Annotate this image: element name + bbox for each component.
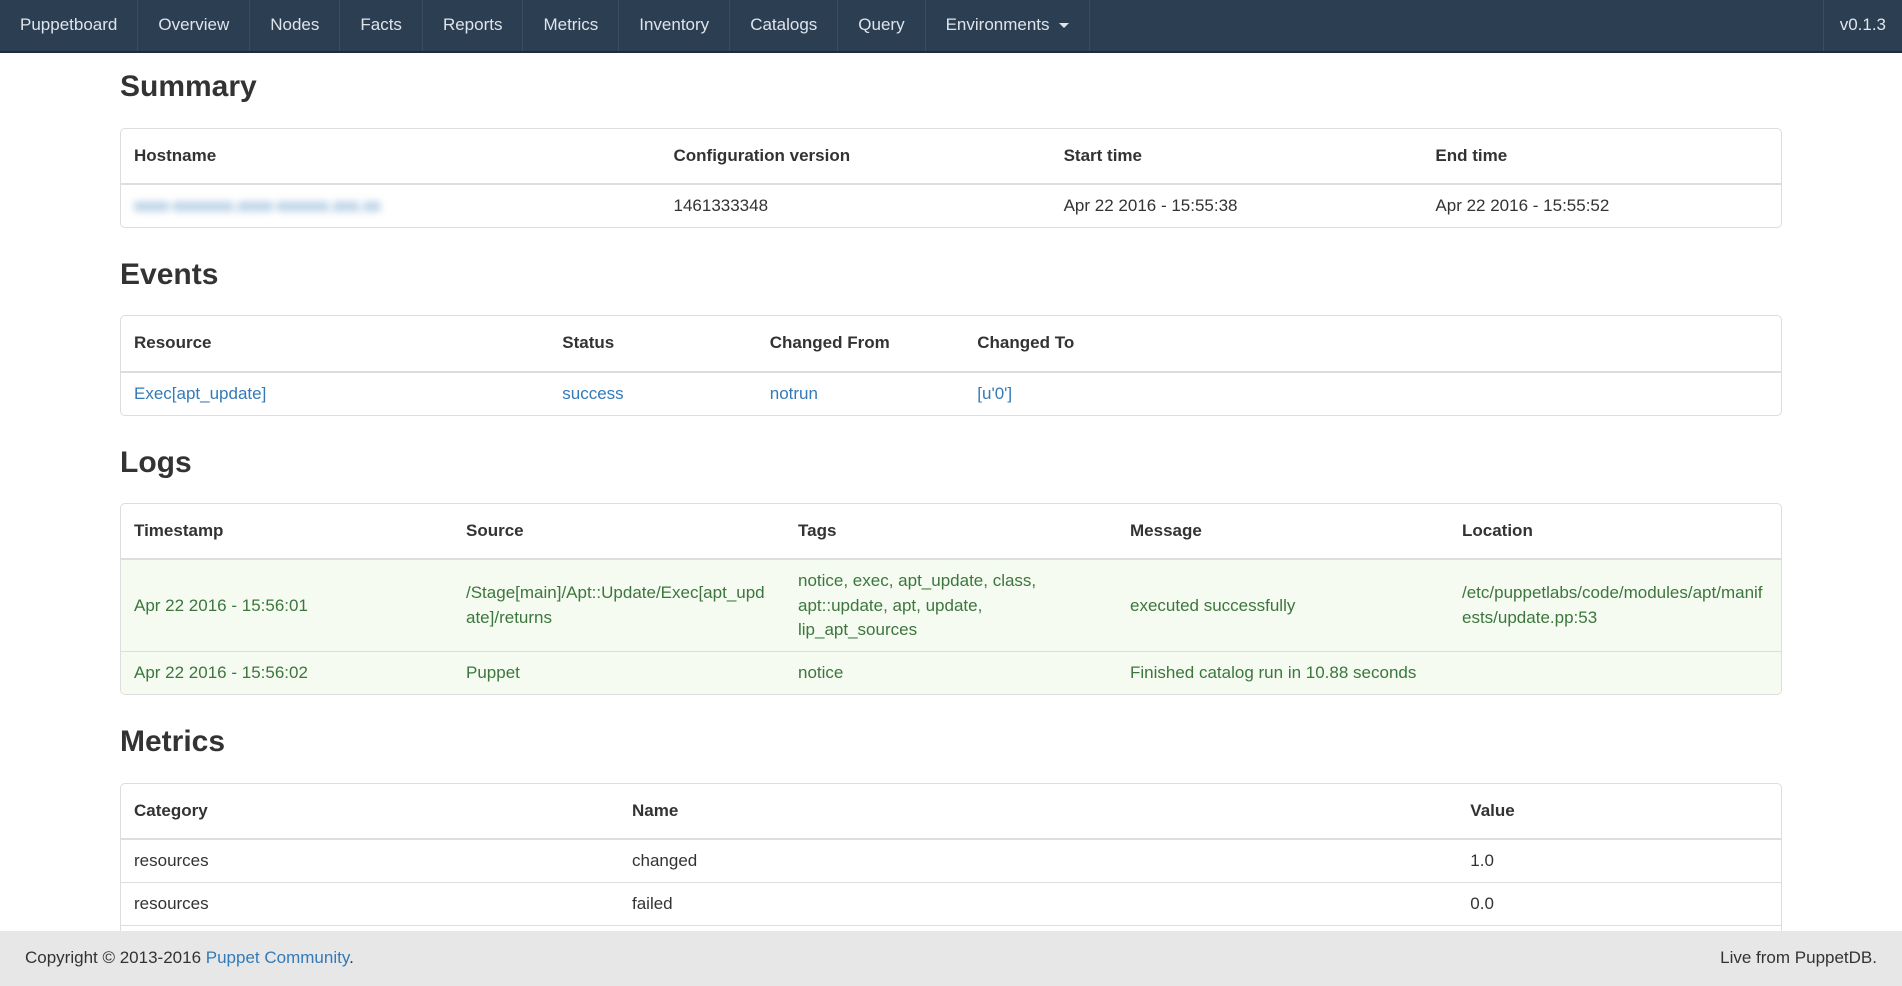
config-version-cell: 1461333348 xyxy=(661,184,1051,227)
col-header-changed-to: Changed To xyxy=(964,316,1781,371)
log-source-cell: /Stage[main]/Apt::Update/Exec[apt_update… xyxy=(453,559,785,651)
log-location-cell: /etc/puppetlabs/code/modules/apt/manifes… xyxy=(1449,559,1781,651)
nav-item-facts[interactable]: Facts xyxy=(340,0,423,51)
footer-copyright: Copyright © 2013-2016 Puppet Community. xyxy=(25,946,354,970)
log-message-cell: executed successfully xyxy=(1117,559,1449,651)
logs-header-row: Timestamp Source Tags Message Location xyxy=(121,504,1781,559)
col-header-hostname: Hostname xyxy=(121,129,661,184)
log-tags-cell: notice xyxy=(785,651,1117,694)
copyright-text: Copyright © 2013-2016 xyxy=(25,948,201,967)
logs-panel: Timestamp Source Tags Message Location A… xyxy=(120,503,1782,695)
col-header-timestamp: Timestamp xyxy=(121,504,453,559)
metric-category-cell: resources xyxy=(121,839,619,883)
col-header-name: Name xyxy=(619,784,1457,839)
main-content: Summary Hostname Configuration version S… xyxy=(120,0,1782,986)
copyright-period: . xyxy=(349,948,354,967)
events-heading: Events xyxy=(120,254,1782,297)
nav-item-metrics[interactable]: Metrics xyxy=(523,0,619,51)
table-row: Apr 22 2016 - 15:56:02 Puppet notice Fin… xyxy=(121,651,1781,694)
col-header-source: Source xyxy=(453,504,785,559)
start-time-cell: Apr 22 2016 - 15:55:38 xyxy=(1051,184,1423,227)
summary-header-row: Hostname Configuration version Start tim… xyxy=(121,129,1781,184)
metrics-header-row: Category Name Value xyxy=(121,784,1781,839)
logs-table: Timestamp Source Tags Message Location A… xyxy=(121,504,1781,694)
table-row: Exec[apt_update] success notrun [u'0'] xyxy=(121,372,1781,415)
footer-live-from-puppetdb: Live from PuppetDB. xyxy=(1720,946,1877,970)
nav-item-query[interactable]: Query xyxy=(838,0,925,51)
end-time-cell: Apr 22 2016 - 15:55:52 xyxy=(1422,184,1781,227)
changed-to-link[interactable]: [u'0'] xyxy=(977,384,1012,403)
nav-item-environments-label: Environments xyxy=(946,13,1050,37)
col-header-resource: Resource xyxy=(121,316,549,371)
nav-item-inventory[interactable]: Inventory xyxy=(619,0,730,51)
metrics-heading: Metrics xyxy=(120,721,1782,764)
nav-item-reports[interactable]: Reports xyxy=(423,0,524,51)
log-timestamp-cell: Apr 22 2016 - 15:56:01 xyxy=(121,559,453,651)
resource-link[interactable]: Exec[apt_update] xyxy=(134,384,266,403)
summary-table: Hostname Configuration version Start tim… xyxy=(121,129,1781,227)
table-row: resources changed 1.0 xyxy=(121,839,1781,883)
nav-item-catalogs[interactable]: Catalogs xyxy=(730,0,838,51)
hostname-cell: xxxx-xxxxxxx.xxxx-xxxxxx.xxx.xx xyxy=(121,184,661,227)
hostname-link-blurred[interactable]: xxxx-xxxxxxx.xxxx-xxxxxx.xxx.xx xyxy=(134,196,381,215)
table-row: xxxx-xxxxxxx.xxxx-xxxxxx.xxx.xx 14613333… xyxy=(121,184,1781,227)
navbar-version-badge: v0.1.3 xyxy=(1823,0,1902,51)
metric-name-cell: changed xyxy=(619,839,1457,883)
top-navbar: Puppetboard Overview Nodes Facts Reports… xyxy=(0,0,1902,53)
log-location-cell xyxy=(1449,651,1781,694)
resource-cell: Exec[apt_update] xyxy=(121,372,549,415)
summary-heading: Summary xyxy=(120,66,1782,109)
caret-down-icon xyxy=(1059,23,1069,28)
metric-value-cell: 0.0 xyxy=(1457,882,1781,925)
status-link[interactable]: success xyxy=(562,384,623,403)
col-header-value: Value xyxy=(1457,784,1781,839)
log-source-cell: Puppet xyxy=(453,651,785,694)
logs-heading: Logs xyxy=(120,442,1782,485)
nav-item-overview[interactable]: Overview xyxy=(138,0,250,51)
col-header-status: Status xyxy=(549,316,757,371)
metric-value-cell: 1.0 xyxy=(1457,839,1781,883)
changed-to-cell: [u'0'] xyxy=(964,372,1781,415)
col-header-message: Message xyxy=(1117,504,1449,559)
events-panel: Resource Status Changed From Changed To … xyxy=(120,315,1782,415)
events-table: Resource Status Changed From Changed To … xyxy=(121,316,1781,414)
col-header-location: Location xyxy=(1449,504,1781,559)
col-header-config-version: Configuration version xyxy=(661,129,1051,184)
events-header-row: Resource Status Changed From Changed To xyxy=(121,316,1781,371)
col-header-start-time: Start time xyxy=(1051,129,1423,184)
log-timestamp-cell: Apr 22 2016 - 15:56:02 xyxy=(121,651,453,694)
log-message-cell: Finished catalog run in 10.88 seconds xyxy=(1117,651,1449,694)
table-row: Apr 22 2016 - 15:56:01 /Stage[main]/Apt:… xyxy=(121,559,1781,651)
metric-name-cell: failed xyxy=(619,882,1457,925)
log-tags-cell: notice, exec, apt_update, class, apt::up… xyxy=(785,559,1117,651)
changed-from-cell: notrun xyxy=(757,372,965,415)
col-header-tags: Tags xyxy=(785,504,1117,559)
table-row: resources failed 0.0 xyxy=(121,882,1781,925)
col-header-changed-from: Changed From xyxy=(757,316,965,371)
nav-item-environments-dropdown[interactable]: Environments xyxy=(926,0,1090,51)
navbar-brand[interactable]: Puppetboard xyxy=(0,0,138,51)
col-header-category: Category xyxy=(121,784,619,839)
footer: Copyright © 2013-2016 Puppet Community. … xyxy=(0,931,1902,986)
puppet-community-link[interactable]: Puppet Community xyxy=(206,948,349,967)
nav-item-nodes[interactable]: Nodes xyxy=(250,0,340,51)
changed-from-link[interactable]: notrun xyxy=(770,384,818,403)
summary-panel: Hostname Configuration version Start tim… xyxy=(120,128,1782,228)
navbar-spacer xyxy=(1090,0,1823,51)
metric-category-cell: resources xyxy=(121,882,619,925)
col-header-end-time: End time xyxy=(1422,129,1781,184)
status-cell: success xyxy=(549,372,757,415)
